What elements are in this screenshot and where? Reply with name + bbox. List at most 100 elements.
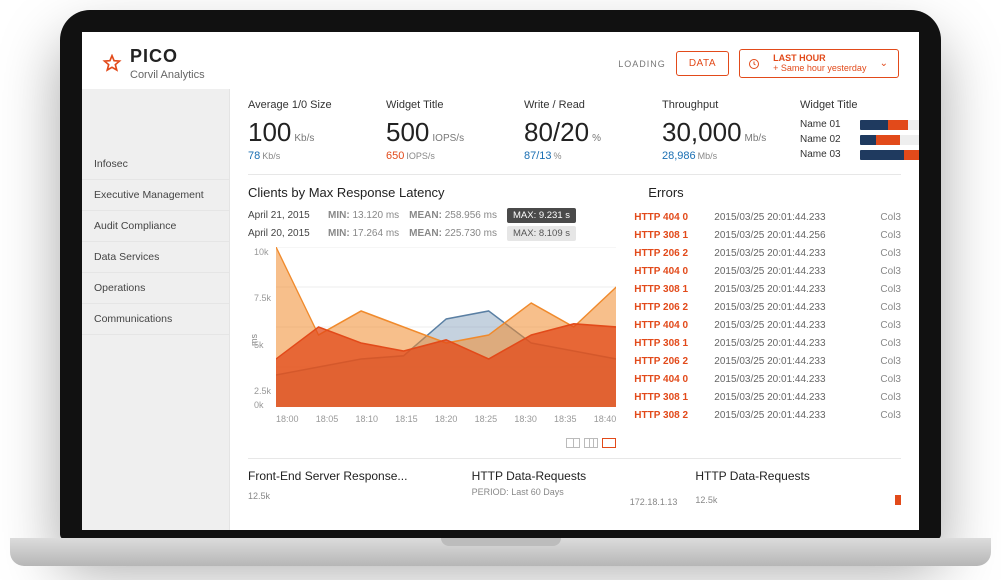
error-timestamp: 2015/03/25 20:01:44.233: [714, 248, 868, 259]
error-row[interactable]: HTTP 308 12015/03/25 20:01:44.233Col3: [634, 388, 901, 406]
error-code: HTTP 404 0: [634, 374, 702, 385]
clock-icon: [748, 58, 760, 70]
ytick: 7.5k: [254, 293, 271, 303]
stat-date: April 20, 2015: [248, 228, 318, 239]
view-single-icon[interactable]: [602, 438, 616, 448]
error-code: HTTP 308 1: [634, 284, 702, 295]
ytick: 10k: [254, 247, 269, 257]
metric-subvalue: 650: [386, 150, 404, 162]
sidebar-item-data-services[interactable]: Data Services: [82, 242, 229, 273]
error-row[interactable]: HTTP 308 1 2015/03/25 20:01:44.256 Col3: [634, 226, 901, 244]
error-timestamp: 2015/03/25 20:01:44.233: [714, 284, 868, 295]
mini-widget-row: Name 02 15:13: [800, 134, 919, 145]
time-range-line2: + Same hour yesterday: [773, 64, 866, 74]
error-code: HTTP 308 1: [634, 230, 702, 241]
error-row[interactable]: HTTP 308 1 2015/03/25 20:01:44.233 Col3: [634, 334, 901, 352]
error-col3: Col3: [880, 410, 901, 421]
metric-subvalue: 78: [248, 150, 260, 162]
mini-widget-title: Widget Title: [800, 99, 919, 111]
error-timestamp: 2015/03/25 20:01:44.233: [714, 212, 868, 223]
error-timestamp: 2015/03/25 20:01:44.256: [714, 230, 868, 241]
error-timestamp: 2015/03/25 20:01:44.233: [714, 410, 868, 421]
error-row[interactable]: HTTP 308 22015/03/25 20:01:44.233Col3: [634, 406, 901, 424]
error-row[interactable]: HTTP 206 22015/03/25 20:01:44.233Col3: [634, 352, 901, 370]
view-grid-icon[interactable]: [566, 438, 580, 448]
sidebar-item-operations[interactable]: Operations: [82, 273, 229, 304]
panel-title: HTTP Data-Requests: [472, 469, 678, 483]
error-code: HTTP 404 0: [634, 212, 702, 223]
error-col3: Col3: [880, 230, 901, 241]
error-col3: Col3: [880, 248, 901, 259]
mini-widget-bar: [860, 135, 919, 145]
mini-widget-name: Name 03: [800, 149, 852, 160]
error-code: HTTP 404 0: [634, 320, 702, 331]
sidebar-item-infosec[interactable]: Infosec: [82, 149, 229, 180]
xtick: 18:00: [276, 414, 299, 424]
time-range-selector[interactable]: LAST HOUR + Same hour yesterday ⌄: [739, 49, 899, 79]
chart-stat-line: April 21, 2015 MIN: 13.120 ms MEAN: 258.…: [248, 208, 616, 223]
error-row[interactable]: HTTP 404 0 2015/03/25 20:01:44.233 Col3: [634, 208, 901, 226]
star-icon: [102, 54, 122, 74]
divider: [248, 174, 901, 175]
errors-panel: Errors HTTP 404 02015/03/25 20:01:44.233…: [634, 185, 901, 448]
error-code: HTTP 308 1: [634, 338, 702, 349]
header: PICO Corvil Analytics LOADING DATA LAST …: [82, 32, 919, 89]
xtick: 18:25: [475, 414, 498, 424]
error-code: HTTP 206 2: [634, 302, 702, 313]
metric-value: 80/20: [524, 117, 589, 147]
metric-unit: %: [592, 133, 601, 144]
data-button[interactable]: DATA: [676, 51, 729, 76]
bottom-row: Front-End Server Response... 12.5k HTTP …: [248, 469, 901, 507]
error-col3: Col3: [880, 338, 901, 349]
loading-label: LOADING: [618, 59, 666, 69]
xtick: 18:20: [435, 414, 458, 424]
error-timestamp: 2015/03/25 20:01:44.233: [714, 302, 868, 313]
panel-title: Front-End Server Response...: [248, 469, 454, 483]
error-row[interactable]: HTTP 308 12015/03/25 20:01:44.233Col3: [634, 280, 901, 298]
metric-title: Throughput: [662, 99, 772, 111]
stat-date: April 21, 2015: [248, 210, 318, 221]
error-timestamp: 2015/03/25 20:01:44.233: [714, 338, 868, 349]
stat-mean: MEAN: 258.956 ms: [409, 210, 497, 221]
panel-value: 12.5k: [695, 495, 717, 505]
error-row[interactable]: HTTP 206 2 2015/03/25 20:01:44.233 Col3: [634, 298, 901, 316]
latency-chart: ms 10k 7.5k 5k 2.5k 0k 18:0018:0518:1018…: [248, 247, 616, 432]
metric-widget-title: Widget Title 500IOPS/s 650IOPS/s: [386, 99, 496, 162]
stat-max-chip: MAX: 8.109 s: [507, 226, 576, 241]
metric-title: Write / Read: [524, 99, 634, 111]
sidebar-item-audit[interactable]: Audit Compliance: [82, 211, 229, 242]
panel-title: HTTP Data-Requests: [695, 469, 901, 483]
mini-widget-name: Name 02: [800, 134, 852, 145]
panel-http-requests-2: HTTP Data-Requests 12.5k: [695, 469, 901, 507]
mini-widget-name: Name 01: [800, 119, 852, 130]
ytick: 0k: [254, 400, 264, 410]
chart-stat-line: April 20, 2015 MIN: 17.264 ms MEAN: 225.…: [248, 226, 616, 241]
error-row[interactable]: HTTP 404 02015/03/25 20:01:44.233Col3: [634, 316, 901, 334]
sparkline-icon: [895, 495, 901, 505]
chart-title: Clients by Max Response Latency: [248, 185, 616, 200]
error-col3: Col3: [880, 212, 901, 223]
metric-subvalue: 87/13: [524, 150, 552, 162]
panel-sub-label: PERIOD:: [472, 487, 509, 497]
xtick: 18:35: [554, 414, 577, 424]
error-row[interactable]: HTTP 206 22015/03/25 20:01:44.233Col3: [634, 244, 901, 262]
error-col3: Col3: [880, 356, 901, 367]
metric-avg-io: Average 1/0 Size 100Kb/s 78Kb/s: [248, 99, 358, 162]
summary-row: Average 1/0 Size 100Kb/s 78Kb/s Widget T…: [248, 99, 901, 164]
metric-unit: Kb/s: [294, 133, 314, 144]
error-row[interactable]: HTTP 404 02015/03/25 20:01:44.233Col3: [634, 370, 901, 388]
mini-widget-row: Name 03 15:13: [800, 149, 919, 160]
view-split-icon[interactable]: [584, 438, 598, 448]
panel-front-end: Front-End Server Response... 12.5k: [248, 469, 454, 507]
brand-subtitle: Corvil Analytics: [130, 69, 205, 81]
sidebar-item-executive[interactable]: Executive Management: [82, 180, 229, 211]
chart-panel: Clients by Max Response Latency April 21…: [248, 185, 616, 448]
mini-widget-bar: [860, 120, 919, 130]
sidebar-item-communications[interactable]: Communications: [82, 304, 229, 335]
error-row[interactable]: HTTP 404 02015/03/25 20:01:44.233Col3: [634, 262, 901, 280]
metric-value: 500: [386, 117, 429, 147]
error-col3: Col3: [880, 302, 901, 313]
error-col3: Col3: [880, 320, 901, 331]
xtick: 18:05: [316, 414, 339, 424]
error-timestamp: 2015/03/25 20:01:44.233: [714, 374, 868, 385]
